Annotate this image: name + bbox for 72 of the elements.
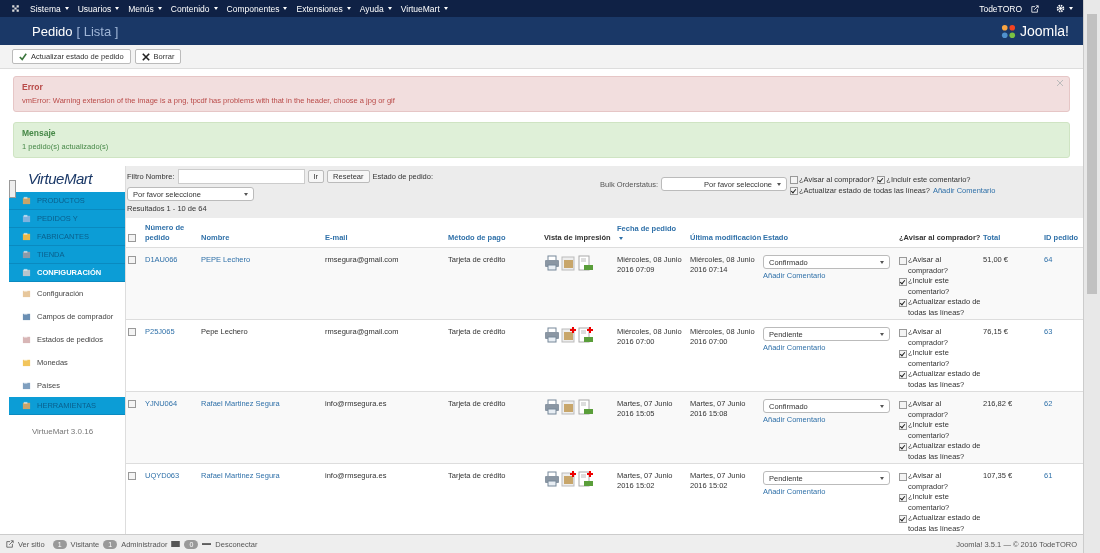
select-all-checkbox[interactable] (128, 234, 136, 242)
row-checkbox[interactable] (128, 328, 136, 336)
checkbox[interactable] (899, 278, 907, 286)
printer-icon[interactable] (544, 399, 560, 415)
joomla-logo-text: Joomla! (1019, 23, 1069, 39)
menu-item[interactable]: Menús (128, 3, 162, 14)
printer-icon[interactable] (544, 471, 560, 487)
package-icon[interactable] (561, 399, 577, 415)
menu-item-icon (22, 196, 31, 205)
puzzle-logo-icon (1000, 23, 1016, 39)
menu-item-icon (22, 214, 31, 223)
scrollbar[interactable] (1083, 0, 1100, 553)
user-link[interactable]: TodeTORO (979, 3, 1022, 14)
printer-icon[interactable] (544, 255, 560, 271)
checkbox[interactable] (899, 350, 907, 358)
checkbox[interactable] (899, 422, 907, 430)
alert-title: Error (22, 82, 44, 92)
menu-item[interactable]: Componentes (226, 3, 288, 14)
menu-item-icon (22, 335, 31, 344)
row-checkbox[interactable] (128, 472, 136, 480)
checkbox[interactable] (790, 186, 798, 195)
checkbox[interactable] (877, 176, 886, 185)
settings-icon[interactable] (1056, 4, 1065, 13)
alert-title: Mensaje (22, 128, 57, 138)
caret-icon (1069, 7, 1073, 10)
page-title: Pedido (32, 23, 73, 39)
version-text: VirtueMart 3.0.16 (30, 427, 95, 436)
menu-item-icon (22, 250, 31, 259)
document-icon[interactable] (578, 471, 594, 487)
package-icon[interactable] (561, 471, 577, 487)
menu-item-icon (22, 232, 31, 241)
menu-item-icon (22, 401, 31, 410)
checkbox[interactable] (899, 329, 907, 337)
checkbox[interactable] (899, 515, 907, 523)
checkbox[interactable] (790, 176, 798, 185)
menu-item[interactable]: Ayuda (359, 3, 392, 14)
checkbox[interactable] (899, 299, 907, 307)
filter-name-field[interactable] (177, 169, 305, 184)
document-icon[interactable] (578, 327, 594, 343)
envelope-icon (171, 541, 181, 547)
row-checkbox[interactable] (128, 400, 136, 408)
menu-item[interactable]: Contenido (170, 3, 218, 14)
checkbox[interactable] (899, 443, 907, 451)
checkbox[interactable] (899, 494, 907, 502)
sort-caret-icon (619, 237, 623, 240)
menu-item[interactable]: Sistema (30, 3, 69, 14)
external-link-icon (1031, 4, 1039, 13)
document-icon[interactable] (578, 399, 594, 415)
menu-item-icon (22, 289, 31, 298)
checkbox[interactable] (899, 257, 907, 265)
close-icon (141, 52, 150, 61)
minus-icon (202, 542, 212, 546)
menu-item-icon (22, 358, 31, 367)
check-icon (19, 52, 27, 61)
collapse-handle[interactable] (9, 180, 16, 198)
menu-item-icon (22, 312, 31, 321)
printer-icon[interactable] (544, 327, 560, 343)
external-link-icon (6, 540, 14, 548)
menu-item[interactable]: Extensiones (296, 3, 351, 14)
menu-item-icon (22, 381, 31, 390)
menu-item[interactable]: Usuarios (77, 3, 120, 14)
checkbox[interactable] (899, 371, 907, 379)
checkbox[interactable] (899, 401, 907, 409)
checkbox[interactable] (899, 473, 907, 481)
page-subtitle: [ Lista ] (76, 23, 119, 39)
menu-item-icon (22, 268, 31, 277)
row-checkbox[interactable] (128, 256, 136, 264)
package-icon[interactable] (561, 327, 577, 343)
document-icon[interactable] (578, 255, 594, 271)
virtuemart-logo: VirtueMart (28, 170, 92, 189)
package-icon[interactable] (561, 255, 577, 271)
menu-item[interactable]: VirtueMart (400, 3, 448, 14)
